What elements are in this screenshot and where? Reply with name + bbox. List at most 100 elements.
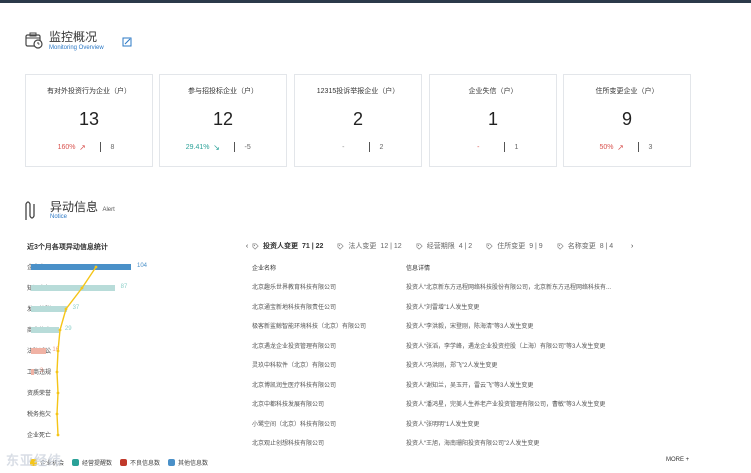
stat-card[interactable]: 12315投诉举报企业（户） 2-2 — [294, 74, 422, 167]
tab-label: 法人变更 — [348, 243, 377, 250]
tab-label: 投资人变更 — [263, 243, 298, 250]
tab-label: 经营期限 — [426, 243, 455, 250]
card-title: 住所变更企业（户） — [595, 88, 659, 95]
more-link[interactable]: MORE + — [666, 457, 689, 463]
trend-point — [55, 412, 59, 416]
legend-item[interactable]: 经营提醒数 — [72, 458, 112, 467]
trend-point — [55, 370, 59, 374]
legend-item[interactable]: 其他信息数 — [168, 458, 208, 467]
table-row[interactable]: 北京通宝新地科技有限责任公司 投资人“刘雷增”1人发生变更 — [252, 302, 702, 315]
tab-item[interactable]: 名称变更 8 | 4 — [557, 241, 614, 251]
alert-subtitle: Notice — [50, 214, 68, 220]
company-name[interactable]: 北京趣乐世界教育科技有限公司 — [252, 282, 402, 291]
card-delta: 8 — [110, 143, 115, 151]
company-name[interactable]: 北京中都科技发展有限公司 — [252, 399, 402, 408]
stat-card[interactable]: 企业失信（户） 1-1 — [429, 74, 557, 167]
tag-icon — [557, 243, 564, 250]
col-company-header: 企业名称 — [252, 266, 277, 272]
info-detail: 投资人“王旭，海南珊阳投资有限公司”2人发生变更 — [406, 441, 540, 447]
info-detail: 投资人“刘雷增”1人发生变更 — [406, 304, 480, 311]
card-delta: 3 — [648, 143, 653, 151]
stat-card[interactable]: 参与招投标企业（户） 12 29.41% ↘ -5 — [159, 74, 287, 167]
legend-swatch — [168, 459, 176, 466]
legend-swatch — [72, 459, 80, 466]
monitoring-header: 监控概况 Monitoring Overview — [24, 30, 104, 52]
monitoring-title: 监控概况 — [49, 30, 98, 44]
card-percent: 50% — [599, 143, 614, 151]
tab-count: 9 | 9 — [529, 242, 543, 250]
company-name[interactable]: 极客新鲨鲸智能环境科技（北京）有限公司 — [252, 321, 402, 330]
card-delta: -5 — [244, 143, 251, 151]
company-name[interactable]: 灵玖中科软件（北京）有限公司 — [252, 360, 402, 369]
divider — [503, 142, 505, 152]
stats-title: 近3个月各项异动信息统计 — [27, 244, 108, 251]
monitor-calendar-icon — [25, 32, 43, 49]
company-name[interactable]: 北京通宝新地科技有限责任公司 — [252, 302, 402, 311]
info-detail: 投资人“冯洪刚，郑飞”2人发生变更 — [406, 363, 498, 369]
table-row[interactable]: 北京博凯润生医疗科技有限公司 投资人“谢知兰，吴玉开，雷云飞”等3人发生变更 — [252, 380, 702, 393]
info-detail: 投资人“北京新东方迅程网络科技股份有限公司，北京新东方迅程网络科技有... — [406, 285, 612, 291]
tab-label: 住所变更 — [497, 243, 526, 250]
trend-down-icon: ↘ — [213, 142, 220, 152]
card-value: 9 — [621, 109, 632, 129]
table-row[interactable]: 小鹭空间（北京）科技有限公司 投资人“张明明”1人发生变更 — [252, 419, 702, 432]
edit-icon[interactable] — [122, 37, 132, 47]
trend-line — [55, 265, 98, 437]
legend-label: 经营提醒数 — [82, 461, 113, 467]
alert-tabs: ‹ 投资人变更 71 | 22 法人变更 12 | 12 经营期限 4 | 2 住所变更 9 |… — [242, 240, 702, 252]
next-tab-icon[interactable]: › — [627, 243, 637, 250]
tab-count: 12 | 12 — [380, 242, 402, 250]
info-detail: 投资人“谢知兰，吴玉开，雷云飞”等3人发生变更 — [406, 382, 534, 389]
tab-item[interactable]: 投资人变更 71 | 22 — [252, 241, 323, 251]
stat-card[interactable]: 有对外投资行为企业（户） 13 160% ↗ 8 — [25, 74, 153, 167]
stat-card[interactable]: 住所变更企业（户） 9 50% ↗ 3 — [563, 74, 691, 167]
monitoring-subtitle: Monitoring Overview — [49, 45, 104, 51]
trend-point — [94, 265, 98, 269]
info-detail: 投资人“潘鸿星，完美人生养老产业投资管理有限公司，曹敏”等3人发生变更 — [406, 402, 606, 408]
company-name[interactable]: 小鹭空间（北京）科技有限公司 — [252, 419, 402, 428]
trend-up-icon: ↗ — [617, 142, 624, 152]
card-footer: 29.41% ↘ -5 — [160, 141, 286, 153]
trend-point — [56, 391, 60, 395]
company-name[interactable]: 北京观止创想科技有限公司 — [252, 438, 402, 447]
tab-item[interactable]: 住所变更 9 | 9 — [486, 241, 543, 251]
card-value: 1 — [487, 109, 498, 129]
prev-tab-icon[interactable]: ‹ — [242, 243, 252, 250]
trend-point — [56, 349, 60, 353]
card-footer: 50% ↗ 3 — [564, 141, 690, 153]
legend-item[interactable]: 不良信息数 — [120, 458, 160, 467]
alert-title-en: Alert — [102, 207, 115, 213]
table-row[interactable]: 北京遇龙企业投资管理有限公司 投资人“张滔，李学峰，遇龙企业投资控股（上海）有限公… — [252, 341, 702, 354]
col-detail-header: 信息详情 — [406, 266, 431, 272]
table-row[interactable]: 灵玖中科软件（北京）有限公司 投资人“冯洪刚，郑飞”2人发生变更 — [252, 360, 702, 373]
tab-count: 8 | 4 — [599, 242, 614, 250]
company-name[interactable]: 北京博凯润生医疗科技有限公司 — [252, 380, 402, 389]
company-name[interactable]: 北京遇龙企业投资管理有限公司 — [252, 341, 402, 350]
info-detail: 投资人“张滔，李学峰，遇龙企业投资控股（上海）有限公司”等3人发生变更 — [406, 343, 606, 350]
legend-label: 其他信息数 — [178, 461, 209, 467]
divider — [99, 142, 101, 152]
table-row[interactable]: 北京中都科技发展有限公司 投资人“潘鸿星，完美人生养老产业投资管理有限公司，曹敏”… — [252, 399, 702, 412]
card-value: 12 — [212, 109, 234, 129]
card-value: 13 — [78, 109, 100, 129]
legend-swatch — [120, 459, 128, 466]
tab-label: 名称变更 — [567, 243, 596, 250]
watermark-logo: 东亚经纬 — [6, 453, 63, 468]
card-percent: - — [477, 143, 480, 151]
card-percent: - — [342, 143, 345, 151]
card-delta: 2 — [379, 143, 384, 151]
table-row[interactable]: 北京观止创想科技有限公司 投资人“王旭，海南珊阳投资有限公司”2人发生变更 — [252, 438, 702, 451]
card-title: 有对外投资行为企业（户） — [47, 88, 131, 95]
tab-item[interactable]: 法人变更 12 | 12 — [337, 241, 402, 251]
card-title: 企业失信（户） — [468, 88, 518, 95]
pulse-icon — [25, 201, 35, 220]
trend-point — [64, 307, 68, 311]
top-bar — [0, 0, 751, 3]
tab-item[interactable]: 经营期限 4 | 2 — [416, 241, 472, 251]
card-value: 2 — [352, 109, 363, 129]
tab-count: 71 | 22 — [302, 242, 324, 250]
card-footer: -2 — [295, 141, 421, 153]
info-detail: 投资人“张明明”1人发生变更 — [406, 421, 480, 428]
table-row[interactable]: 极客新鲨鲸智能环境科技（北京）有限公司 投资人“李洪毅，宋登刚，陈海清”等3人发生… — [252, 321, 702, 334]
table-row[interactable]: 北京趣乐世界教育科技有限公司 投资人“北京新东方迅程网络科技股份有限公司，北京新东… — [252, 282, 702, 295]
